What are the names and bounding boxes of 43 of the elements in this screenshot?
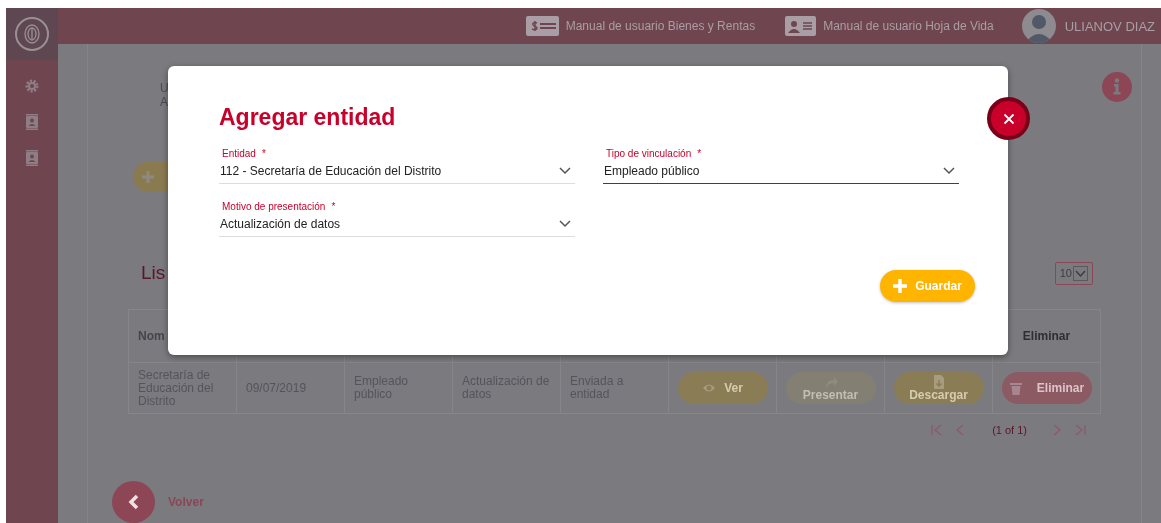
select-field[interactable]: Tipo de vinculación * Empleado público	[603, 148, 959, 184]
required-mark: *	[261, 148, 266, 159]
id-card-icon	[25, 150, 39, 166]
section-title: Lis	[140, 262, 166, 284]
required-mark: *	[697, 148, 702, 159]
back-button[interactable]	[112, 481, 155, 523]
chevron-down-icon	[559, 220, 571, 228]
field-label: Motivo de presentación	[222, 201, 326, 212]
delete-button[interactable]: Eliminar	[1001, 372, 1092, 404]
download-button[interactable]: Descargar	[893, 372, 984, 404]
plus-icon	[893, 279, 908, 293]
field-value: Actualización de datos	[220, 217, 341, 231]
gear-icon	[25, 79, 39, 93]
field-value: 112 - Secretaría de Educación del Distrito	[220, 164, 442, 178]
id-card-icon	[785, 16, 817, 36]
avatar-icon	[1021, 9, 1056, 43]
chevron-down-icon	[559, 167, 571, 175]
page-size-select[interactable]: 10	[1054, 261, 1093, 285]
chevron-down-icon	[943, 167, 955, 175]
last-page-icon	[1073, 423, 1087, 437]
dropdown-icon	[1073, 265, 1088, 281]
field-value: Empleado público	[604, 164, 700, 178]
manual-link[interactable]: Manual de usuario Bienes y Rentas	[565, 19, 756, 33]
trash-icon	[1008, 381, 1023, 395]
fingerprint-logo-icon	[14, 16, 50, 52]
field-label: Entidad	[222, 148, 256, 159]
file-icon	[931, 375, 946, 389]
close-icon	[1002, 112, 1015, 125]
info-icon	[1102, 72, 1132, 102]
select-field[interactable]: Entidad * 112 - Secretaría de Educación del Distrito	[219, 148, 575, 184]
select-field[interactable]: Motivo de presentación * Actualización de datos	[219, 201, 575, 237]
field-label: Tipo de vinculación	[606, 148, 692, 159]
modal-title: Agregar entidad	[219, 104, 397, 131]
view-button[interactable]: Ver	[677, 372, 768, 404]
page-indicator: (1 of 1)	[992, 424, 1027, 436]
required-mark: *	[331, 201, 336, 212]
chevron-left-icon	[127, 494, 140, 510]
id-card-icon	[25, 114, 39, 130]
manual-link[interactable]: Manual de usuario Hoja de Vida	[823, 19, 994, 33]
money-card-icon	[525, 16, 559, 36]
user-name[interactable]: ULIANOV DIAZ	[1064, 18, 1155, 34]
plus-icon	[141, 170, 155, 184]
save-button[interactable]: Guardar	[880, 270, 975, 302]
